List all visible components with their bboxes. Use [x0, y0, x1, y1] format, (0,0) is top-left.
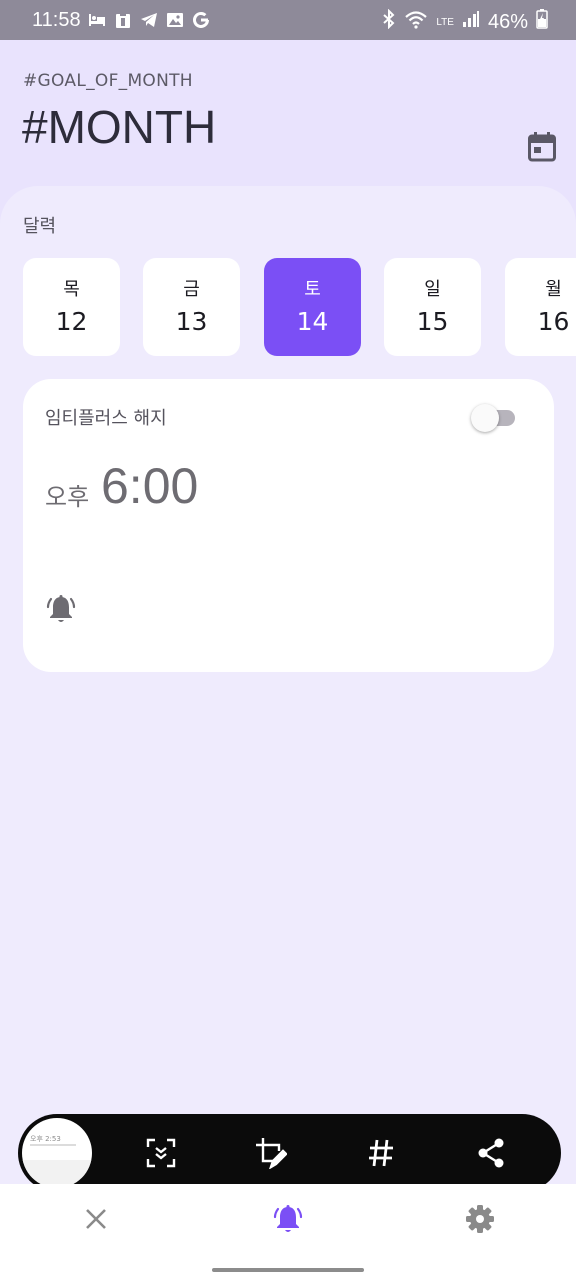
date-weekday: 금	[183, 279, 200, 300]
thumbnail-text: 오후 2:53	[30, 1135, 61, 1143]
clipboard-icon	[114, 11, 132, 29]
alarm-name: 임티플러스 해지	[45, 408, 167, 429]
page-title: #MONTH	[22, 101, 217, 153]
share-icon[interactable]	[475, 1137, 507, 1169]
gallery-icon	[166, 12, 184, 28]
sleep-icon	[88, 12, 106, 28]
date-weekday: 일	[424, 279, 441, 300]
status-bar: 11:58 LTE 46%	[0, 0, 576, 40]
network-type: LTE	[436, 16, 454, 28]
header: #GOAL_OF_MONTH #MONTH	[0, 40, 576, 190]
date-weekday: 목	[63, 279, 80, 300]
close-icon[interactable]	[79, 1202, 113, 1236]
alarm-time: 6:00	[101, 458, 199, 514]
thumbnail-line	[30, 1144, 76, 1146]
date-chip[interactable]: 월 16	[505, 258, 576, 356]
bottom-nav	[0, 1184, 576, 1280]
date-number: 12	[55, 307, 88, 336]
screenshot-toolbar: 오후 2:53	[18, 1114, 561, 1192]
alarm-icon[interactable]	[271, 1202, 305, 1236]
date-strip[interactable]: 목 12 금 13 토 14 일 15 월 16	[23, 258, 576, 356]
date-chip[interactable]: 금 13	[143, 258, 240, 356]
bluetooth-icon	[382, 8, 396, 35]
alarm-card[interactable]: 임티플러스 해지 오후 6:00	[23, 379, 554, 672]
screenshot-thumbnail[interactable]: 오후 2:53	[22, 1118, 92, 1188]
date-weekday: 월	[545, 279, 562, 300]
calendar-icon[interactable]	[528, 132, 556, 162]
date-chip[interactable]: 목 12	[23, 258, 120, 356]
status-time: 11:58	[32, 9, 81, 31]
battery-percent: 46%	[487, 10, 528, 33]
alarm-toggle[interactable]	[471, 404, 517, 432]
date-chip[interactable]: 일 15	[384, 258, 481, 356]
calendar-section-label: 달력	[23, 216, 57, 237]
date-number: 16	[537, 307, 570, 336]
status-system-icons: LTE 46%	[382, 8, 548, 35]
status-notification-icons	[88, 11, 210, 29]
google-icon	[192, 11, 210, 29]
date-chip-selected[interactable]: 토 14	[264, 258, 361, 356]
main-content: 달력 목 12 금 13 토 14 일 15 월 16 임티플러스 해지 오후 …	[0, 186, 576, 1186]
battery-icon	[536, 9, 548, 35]
signal-icon	[462, 10, 480, 34]
settings-icon[interactable]	[463, 1202, 497, 1236]
date-number: 14	[296, 307, 329, 336]
toggle-thumb	[471, 404, 499, 432]
alarm-ampm: 오후	[45, 483, 90, 511]
alarm-bell-icon	[45, 593, 77, 625]
telegram-icon	[140, 12, 158, 28]
goal-label: #GOAL_OF_MONTH	[23, 71, 193, 91]
hashtag-icon[interactable]	[365, 1137, 397, 1169]
date-number: 13	[175, 307, 208, 336]
home-indicator[interactable]	[212, 1268, 364, 1272]
date-number: 15	[416, 307, 449, 336]
wifi-icon	[404, 9, 428, 35]
crop-edit-icon[interactable]	[255, 1137, 287, 1169]
scroll-capture-icon[interactable]	[145, 1137, 177, 1169]
date-weekday: 토	[304, 279, 321, 300]
